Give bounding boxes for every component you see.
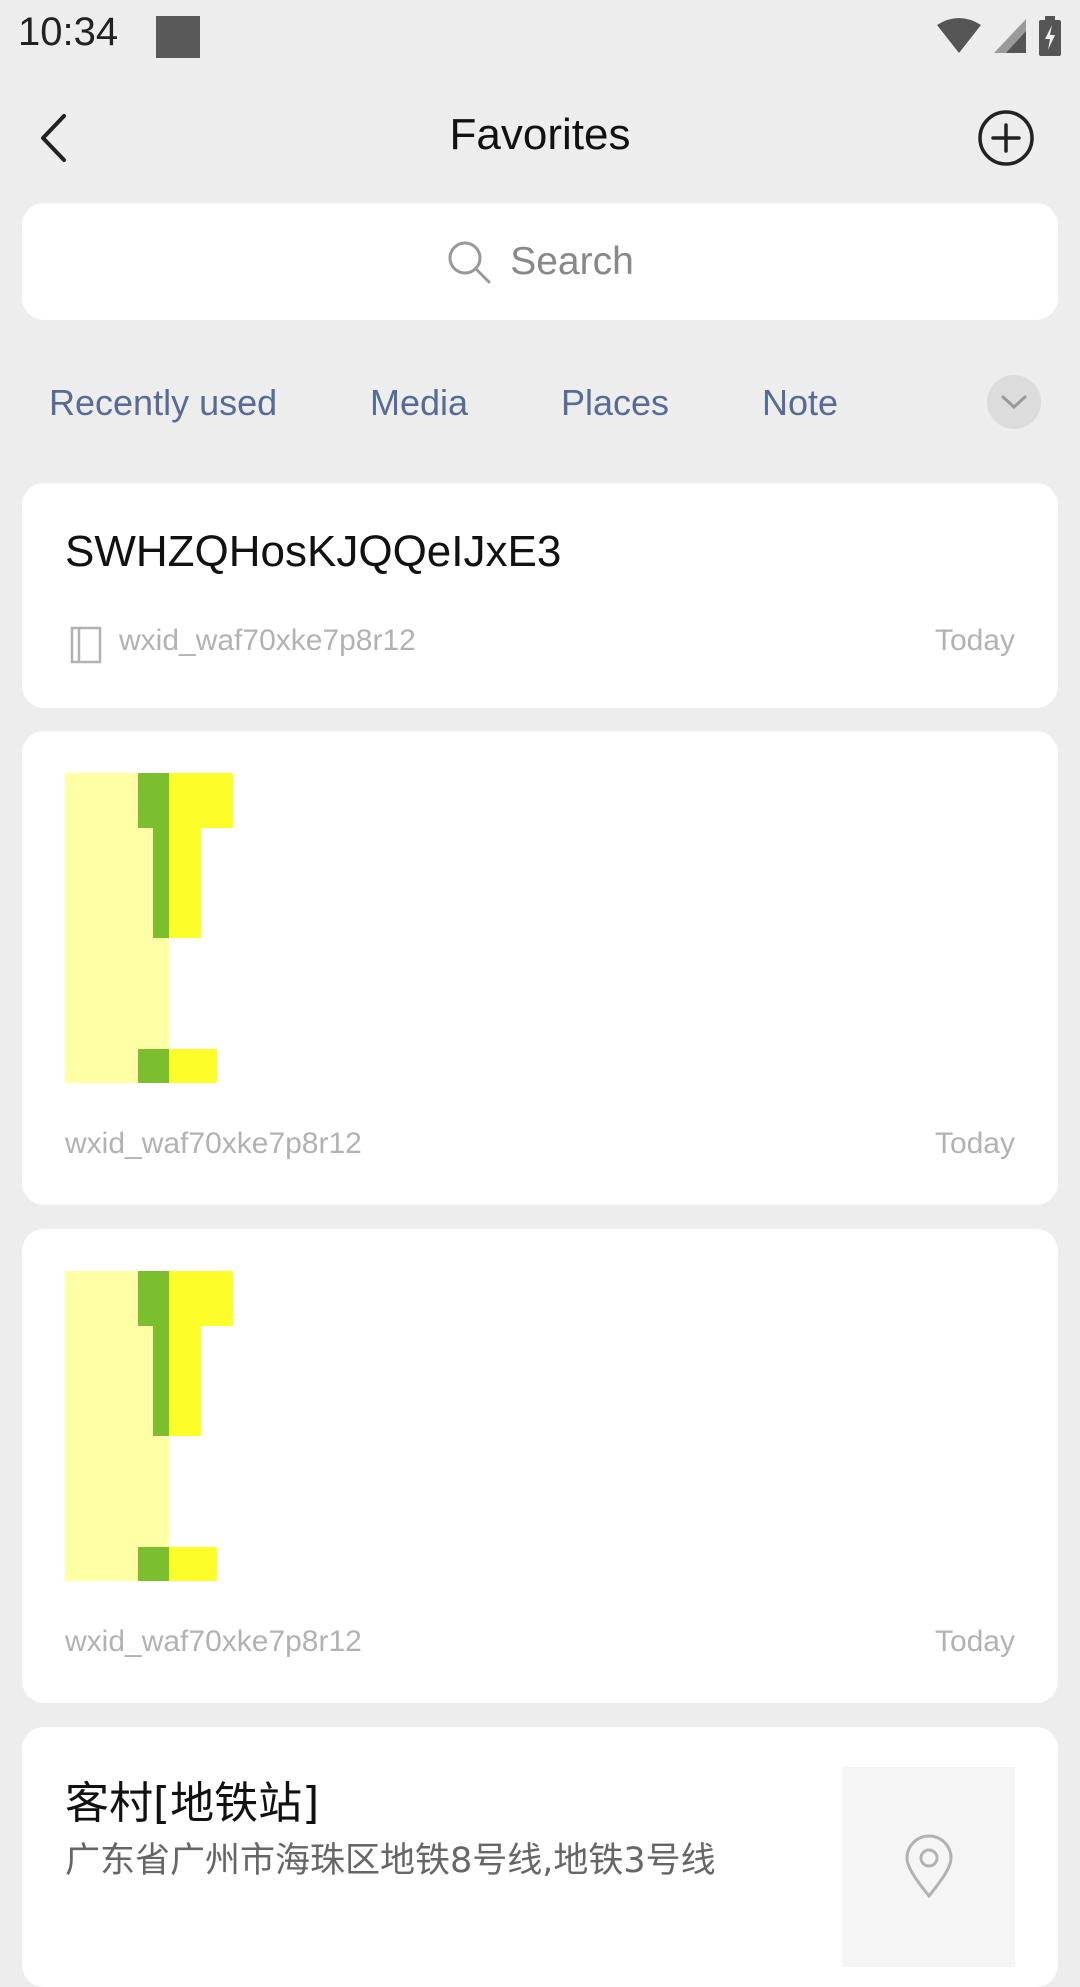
- item-title: SWHZQHosKJQQeIJxE3: [65, 527, 562, 576]
- status-bar: 10:34: [0, 0, 1080, 72]
- notification-icon: [156, 16, 200, 58]
- nav-bar: Favorites: [0, 72, 1080, 202]
- item-time: Today: [934, 1625, 1015, 1658]
- location-pin-icon: [904, 1834, 953, 1899]
- status-time: 10:34: [18, 10, 119, 54]
- location-title: 客村[地铁站]: [65, 1778, 320, 1829]
- favorite-item-image[interactable]: wxid_waf70xke7p8r12 Today: [22, 731, 1058, 1205]
- search-icon: [448, 241, 491, 283]
- tab-recently-used[interactable]: Recently used: [49, 382, 277, 424]
- favorite-item-note[interactable]: SWHZQHosKJQQeIJxE3 wxid_waf70xke7p8r12 T…: [22, 483, 1058, 708]
- battery-charging-icon: [1039, 16, 1061, 56]
- filter-tabs: Recently used Media Places Note: [0, 360, 1080, 450]
- item-source: wxid_waf70xke7p8r12: [65, 1127, 362, 1160]
- wifi-icon: [937, 18, 981, 53]
- tab-media[interactable]: Media: [370, 382, 468, 424]
- tab-note[interactable]: Note: [762, 382, 838, 424]
- chevron-down-icon: [1001, 395, 1027, 410]
- expand-filters-button[interactable]: [987, 375, 1041, 429]
- location-address: 广东省广州市海珠区地铁8号线,地铁3号线: [65, 1841, 716, 1881]
- plus-circle-icon: [978, 110, 1034, 166]
- search-placeholder: Search: [510, 239, 634, 283]
- page-title: Favorites: [449, 110, 631, 159]
- location-map-thumbnail: [842, 1767, 1015, 1967]
- signal-icon: [994, 19, 1026, 53]
- search-input[interactable]: Search: [22, 203, 1058, 320]
- item-time: Today: [934, 1127, 1015, 1160]
- status-icons: [936, 16, 1062, 56]
- favorite-item-image[interactable]: wxid_waf70xke7p8r12 Today: [22, 1229, 1058, 1703]
- favorite-item-location[interactable]: 客村[地铁站] 广东省广州市海珠区地铁8号线,地铁3号线: [22, 1727, 1058, 1987]
- image-thumbnail: [65, 1271, 233, 1581]
- image-thumbnail: [65, 773, 233, 1083]
- tab-places[interactable]: Places: [561, 382, 669, 424]
- item-source: wxid_waf70xke7p8r12: [65, 1625, 362, 1658]
- item-source: wxid_waf70xke7p8r12: [119, 624, 416, 657]
- add-favorite-button[interactable]: [976, 108, 1036, 168]
- item-time: Today: [934, 624, 1015, 657]
- note-icon: [70, 626, 102, 664]
